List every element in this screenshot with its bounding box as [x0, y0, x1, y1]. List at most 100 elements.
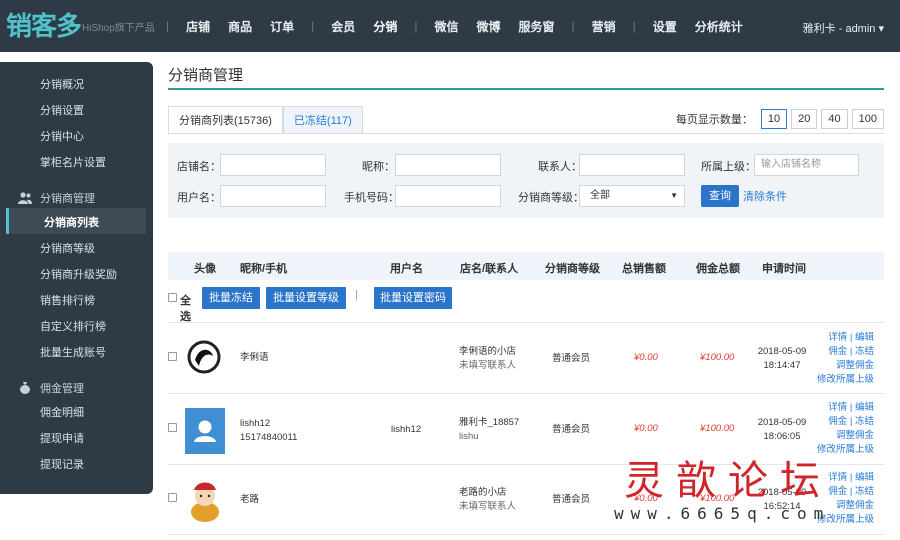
- nav-weibo[interactable]: 微博: [476, 18, 500, 35]
- row-checkbox[interactable]: [168, 352, 177, 361]
- query-button[interactable]: 查询: [701, 185, 739, 207]
- row-apply-time: 2018-05-09 18:06:05: [757, 417, 807, 442]
- username-input[interactable]: [220, 185, 326, 207]
- logo-subtitle: HiShop旗下产品: [82, 23, 155, 34]
- top-nav: | 店铺 商品 订单 | 会员 分销 | 微信 微博 服务窗 | 营销 | 设置…: [166, 18, 743, 35]
- sidebar-item-withdraw-requests[interactable]: 提现申请: [40, 430, 84, 446]
- sidebar-item-withdraw-records[interactable]: 提现记录: [40, 456, 84, 472]
- parent-label: 所属上级：: [701, 161, 756, 173]
- nav-analytics[interactable]: 分析统计: [695, 18, 743, 35]
- row-total-sales: ¥0.00: [634, 352, 658, 363]
- sidebar-item-levels[interactable]: 分销商等级: [40, 240, 95, 256]
- row-shop: 雅利卡_18857: [459, 417, 520, 428]
- commission-freeze-links[interactable]: 佣金 | 冻结: [816, 415, 874, 429]
- contact-input[interactable]: [579, 154, 685, 176]
- parent-input[interactable]: 输入店铺名称: [754, 154, 859, 176]
- sidebar-group-label: 分销商管理: [40, 193, 95, 205]
- contact-label: 联系人：: [538, 161, 582, 173]
- per-page-20[interactable]: 20: [791, 109, 818, 129]
- row-nickname: 李俐语: [240, 352, 269, 363]
- username-label: 用户名：: [177, 192, 221, 204]
- per-page-100[interactable]: 100: [851, 109, 884, 129]
- top-bar: 销客多 HiShop旗下产品 | 店铺 商品 订单 | 会员 分销 | 微信 微…: [0, 0, 900, 52]
- row-contact: 未填写联系人: [459, 360, 517, 371]
- row-checkbox[interactable]: [168, 423, 177, 432]
- sidebar-item-custom-ranking[interactable]: 自定义排行榜: [40, 318, 106, 334]
- row-contact: 未填写联系人: [459, 501, 517, 512]
- avatar: [185, 476, 225, 524]
- money-bag-icon: [20, 382, 30, 394]
- nav-orders[interactable]: 订单: [270, 18, 294, 35]
- sidebar-item-distributor-list[interactable]: 分销商列表: [44, 214, 99, 230]
- row-level: 普通会员: [552, 494, 591, 505]
- sidebar-item-center[interactable]: 分销中心: [40, 128, 84, 144]
- col-nickname-phone: 昵称/手机: [240, 263, 288, 275]
- sidebar-item-upgrade-rewards[interactable]: 分销商升级奖励: [40, 266, 117, 282]
- col-shop-contact: 店名/联系人: [460, 263, 519, 275]
- level-select[interactable]: 全部 ▼: [579, 185, 685, 207]
- row-total-sales: ¥0.00: [634, 423, 658, 434]
- adjust-commission-link[interactable]: 调整佣金: [816, 359, 874, 373]
- nav-wechat[interactable]: 微信: [434, 18, 458, 35]
- shop-name-input[interactable]: [220, 154, 326, 176]
- sidebar-item-batch-accounts[interactable]: 批量生成账号: [40, 344, 106, 360]
- tab-frozen[interactable]: 已冻结(117): [282, 106, 363, 134]
- col-avatar: 头像: [194, 263, 216, 275]
- change-parent-link[interactable]: 修改所属上级: [816, 373, 874, 387]
- table-header: 头像 昵称/手机 用户名 店名/联系人 分销商等级 总销售额 佣金总额 申请时间: [168, 252, 884, 280]
- row-username: lishh12: [391, 424, 422, 435]
- shop-name-label: 店铺名：: [177, 161, 221, 173]
- bulk-set-password-button[interactable]: 批量设置密码: [374, 287, 452, 309]
- commission-freeze-links[interactable]: 佣金 | 冻结: [816, 345, 874, 359]
- sidebar-item-card-settings[interactable]: 掌柜名片设置: [40, 154, 106, 170]
- per-page-10[interactable]: 10: [760, 109, 788, 129]
- nav-marketing[interactable]: 营销: [592, 18, 616, 35]
- users-icon: [18, 192, 32, 204]
- select-all-label[interactable]: 全选: [180, 292, 191, 324]
- select-all-checkbox[interactable]: [168, 293, 177, 302]
- sidebar-group-distributors[interactable]: 分销商管理: [18, 190, 95, 206]
- row-total-commission: ¥100.00: [700, 423, 735, 434]
- nav-distribution[interactable]: 分销: [373, 18, 397, 35]
- sidebar-item-overview[interactable]: 分销概况: [40, 76, 84, 92]
- bulk-freeze-button[interactable]: 批量冻结: [202, 287, 260, 309]
- app-logo[interactable]: 销客多: [6, 6, 82, 43]
- detail-edit-links[interactable]: 详情 | 编辑: [816, 401, 874, 415]
- page-title: 分销商管理: [168, 67, 244, 84]
- watermark: 灵歆论坛 www.6665q.com: [614, 448, 884, 528]
- row-phone: 15174840011: [240, 432, 298, 443]
- row-shop: 老路的小店: [459, 487, 507, 498]
- adjust-commission-link[interactable]: 调整佣金: [816, 429, 874, 443]
- phone-input[interactable]: [395, 185, 501, 207]
- nav-members[interactable]: 会员: [331, 18, 355, 35]
- nav-shop[interactable]: 店铺: [186, 18, 210, 35]
- sidebar-item-settings[interactable]: 分销设置: [40, 102, 84, 118]
- sidebar-group-label: 佣金管理: [40, 383, 84, 395]
- nickname-input[interactable]: [395, 154, 501, 176]
- watermark-url: www.6665q.com: [614, 504, 831, 523]
- row-level: 普通会员: [552, 353, 591, 364]
- col-total-sales: 总销售额: [622, 263, 666, 275]
- tab-distributor-list[interactable]: 分销商列表(15736): [168, 106, 283, 134]
- sidebar-group-commission[interactable]: 佣金管理: [18, 380, 84, 396]
- nav-products[interactable]: 商品: [228, 18, 252, 35]
- row-nickname: lishh12: [240, 418, 271, 429]
- nav-settings[interactable]: 设置: [653, 18, 677, 35]
- col-level: 分销商等级: [545, 263, 600, 275]
- nav-service-window[interactable]: 服务窗: [518, 18, 554, 35]
- col-username: 用户名: [390, 263, 423, 275]
- tab-divider: [168, 133, 884, 134]
- sidebar-item-sales-ranking[interactable]: 销售排行榜: [40, 292, 95, 308]
- title-divider: [168, 88, 884, 90]
- user-menu[interactable]: 雅利卡 - admin ▾: [803, 20, 884, 36]
- row-actions: 详情 | 编辑 佣金 | 冻结 调整佣金 修改所属上级: [816, 331, 874, 387]
- clear-filter-link[interactable]: 清除条件: [743, 188, 787, 204]
- detail-edit-links[interactable]: 详情 | 编辑: [816, 331, 874, 345]
- bulk-set-level-button[interactable]: 批量设置等级: [266, 287, 346, 309]
- row-shop: 李俐语的小店: [459, 346, 517, 357]
- sidebar-item-commission-details[interactable]: 佣金明细: [40, 404, 84, 420]
- nickname-label: 昵称：: [362, 161, 395, 173]
- phone-label: 手机号码：: [344, 192, 399, 204]
- per-page-40[interactable]: 40: [821, 109, 848, 129]
- row-checkbox[interactable]: [168, 493, 177, 502]
